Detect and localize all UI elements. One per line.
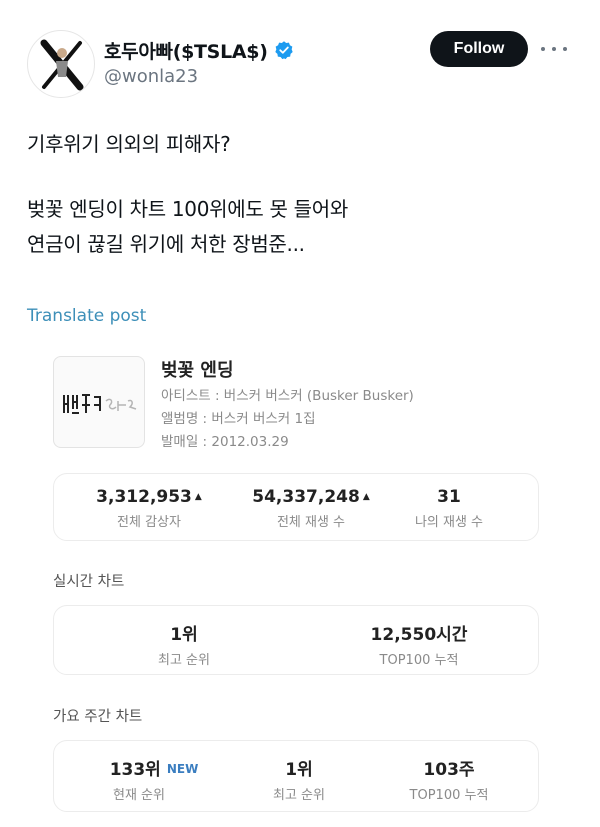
weekly-chart-card: 133위 NEW 현재 순위 1위 최고 순위 103주 TOP100 누적 xyxy=(53,740,539,812)
up-arrow-icon: ▲ xyxy=(362,492,370,502)
realtime-best-rank-value: 1위 xyxy=(170,625,198,645)
song-release-date: 발매일 : 2012.03.29 xyxy=(161,434,289,450)
realtime-top100-label: TOP100 누적 xyxy=(379,653,459,668)
weekly-current-rank-label: 현재 순위 xyxy=(113,788,165,803)
new-badge: NEW xyxy=(166,762,199,776)
up-arrow-icon: ▲ xyxy=(194,492,202,502)
realtime-chart-card: 1위 최고 순위 12,550시간 TOP100 누적 xyxy=(53,605,539,675)
weekly-current-rank-value: 133위 xyxy=(109,760,161,780)
weekly-top100-value: 103주 xyxy=(423,760,475,780)
weekly-top100-label: TOP100 누적 xyxy=(409,788,489,803)
plays-label: 전체 재생 수 xyxy=(276,515,346,530)
weekly-top100-stat: 103주 TOP100 누적 xyxy=(384,755,514,803)
realtime-top100-stat: 12,550시간 TOP100 누적 xyxy=(344,620,494,668)
totals-card: 3,312,953 ▲ 전체 감상자 54,337,248 ▲ 전체 재생 수 31… xyxy=(53,473,539,541)
tweet-line-1: 기후위기 의외의 피해자? xyxy=(27,132,231,156)
weekly-current-rank-stat: 133위 NEW 현재 순위 xyxy=(84,755,224,803)
author-display-name[interactable]: 호두아빠($TSLA$) xyxy=(104,37,268,64)
tweet-line-3: 연금이 끊길 위기에 처한 장범준... xyxy=(27,232,305,256)
tweet-text: 기후위기 의외의 피해자? 벚꽃 엔딩이 차트 100위에도 못 들어와 연금이… xyxy=(27,127,567,262)
song-album: 앨범명 : 버스커 버스커 1집 xyxy=(161,411,316,427)
tweet-line-2: 벚꽃 엔딩이 차트 100위에도 못 들어와 xyxy=(27,197,348,221)
my-plays-value: 31 xyxy=(437,487,461,507)
weekly-chart-title: 가요 주간 차트 xyxy=(53,709,143,725)
weekly-best-rank-stat: 1위 최고 순위 xyxy=(249,755,349,803)
my-plays-stat: 31 나의 재생 수 xyxy=(399,487,499,530)
album-cover-icon xyxy=(63,394,137,414)
follow-button[interactable]: Follow xyxy=(430,31,528,67)
verified-badge-icon xyxy=(274,41,293,60)
author-name-row: 호두아빠($TSLA$) xyxy=(104,36,294,64)
weekly-best-rank-label: 최고 순위 xyxy=(273,788,325,803)
plays-value: 54,337,248 xyxy=(252,487,360,507)
my-plays-label: 나의 재생 수 xyxy=(414,515,484,530)
realtime-best-rank-label: 최고 순위 xyxy=(158,653,210,668)
album-art xyxy=(53,356,145,448)
x-logo-avatar-icon xyxy=(40,39,84,91)
realtime-top100-value: 12,550시간 xyxy=(370,625,468,645)
song-artist: 아티스트 : 버스커 버스커 (Busker Busker) xyxy=(161,388,414,404)
realtime-chart-title: 실시간 차트 xyxy=(53,574,125,590)
translate-post-link[interactable]: Translate post xyxy=(27,306,146,326)
listeners-value: 3,312,953 xyxy=(96,487,192,507)
song-title: 벚꽃 엔딩 xyxy=(161,360,234,381)
realtime-best-rank-stat: 1위 최고 순위 xyxy=(124,620,244,668)
avatar[interactable] xyxy=(27,30,95,98)
listeners-stat: 3,312,953 ▲ 전체 감상자 xyxy=(84,487,214,530)
listeners-label: 전체 감상자 xyxy=(117,515,181,530)
weekly-best-rank-value: 1위 xyxy=(285,760,313,780)
plays-stat: 54,337,248 ▲ 전체 재생 수 xyxy=(236,487,386,530)
more-options-icon[interactable] xyxy=(541,40,567,58)
author-handle[interactable]: @wonla23 xyxy=(104,66,198,87)
